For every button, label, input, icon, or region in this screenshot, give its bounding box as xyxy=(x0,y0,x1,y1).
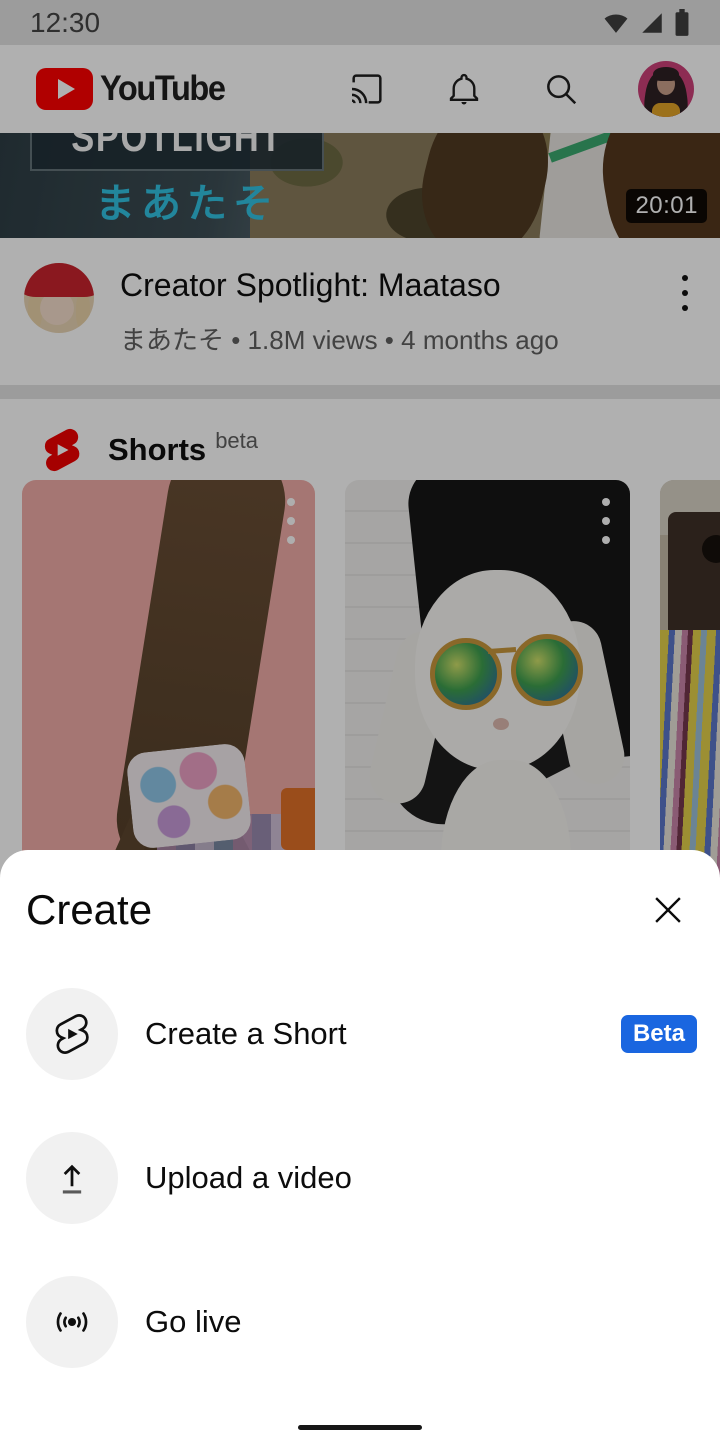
shorts-outline-icon xyxy=(26,988,118,1080)
upload-icon xyxy=(26,1132,118,1224)
close-icon[interactable] xyxy=(646,888,690,932)
home-indicator[interactable] xyxy=(298,1425,422,1430)
upload-a-video-label: Upload a video xyxy=(145,1160,352,1196)
create-bottom-sheet: Create Create a Short Beta xyxy=(0,850,720,1440)
go-live-item[interactable]: Go live xyxy=(26,1276,697,1368)
sheet-title: Create xyxy=(26,886,152,934)
upload-a-video-item[interactable]: Upload a video xyxy=(26,1132,697,1224)
youtube-app-screen: 12:30 YouTube xyxy=(0,0,720,1440)
beta-badge: Beta xyxy=(621,1015,697,1053)
go-live-label: Go live xyxy=(145,1304,241,1340)
create-a-short-item[interactable]: Create a Short Beta xyxy=(26,988,697,1080)
create-a-short-label: Create a Short xyxy=(145,1016,347,1052)
live-icon xyxy=(26,1276,118,1368)
